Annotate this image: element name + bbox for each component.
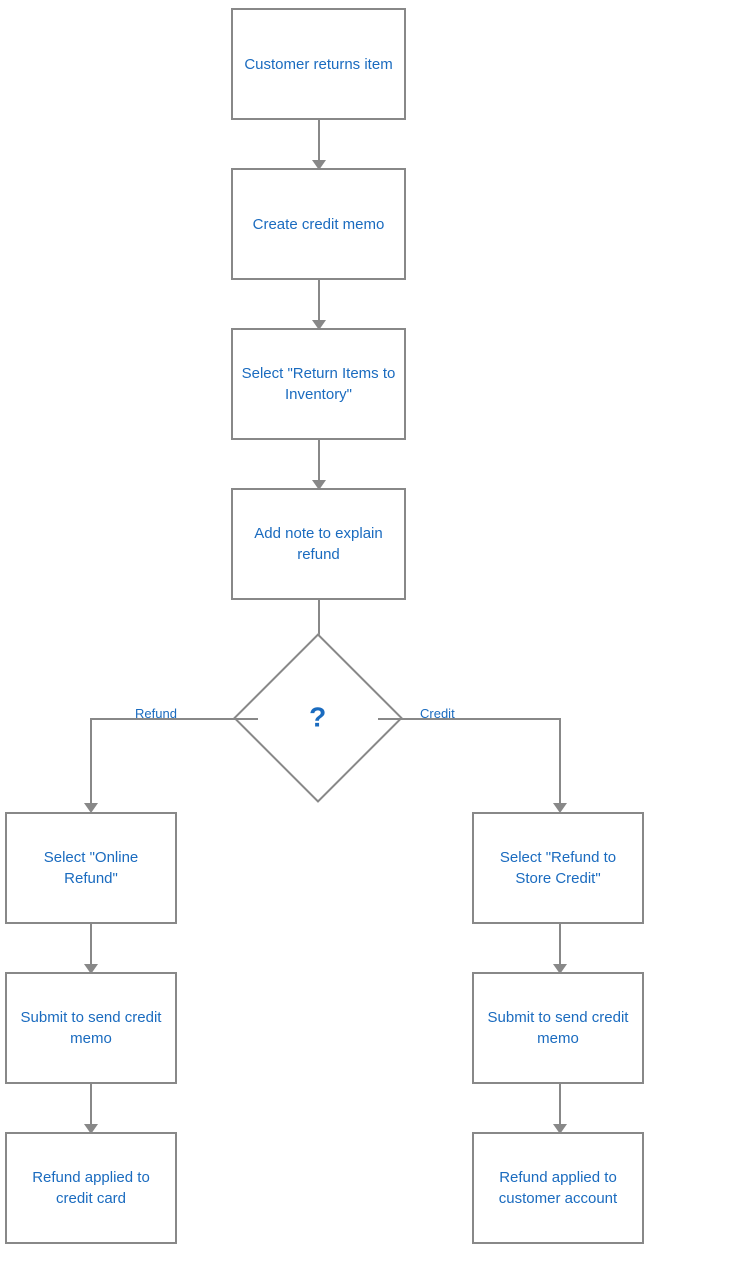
customer-returns-label: Customer returns item <box>244 54 392 75</box>
line-6r-7r <box>559 1084 561 1129</box>
box-select-return: Select "Return Items to Inventory" <box>231 328 406 440</box>
add-note-label: Add note to explain refund <box>241 523 396 565</box>
diamond-label: ? <box>309 702 326 734</box>
box-create-memo: Create credit memo <box>231 168 406 280</box>
flowchart: Customer returns item Create credit memo… <box>0 0 750 1272</box>
result-right-label: Refund applied to customer account <box>482 1167 634 1209</box>
submit-left-label: Submit to send credit memo <box>15 1007 167 1049</box>
select-return-label: Select "Return Items to Inventory" <box>241 363 396 405</box>
box-customer-returns: Customer returns item <box>231 8 406 120</box>
box-store-credit: Select "Refund to Store Credit" <box>472 812 644 924</box>
online-refund-label: Select "Online Refund" <box>15 847 167 889</box>
result-left-label: Refund applied to credit card <box>15 1167 167 1209</box>
line-diamond-right-h <box>378 718 560 720</box>
line-right-v <box>559 718 561 808</box>
store-credit-label: Select "Refund to Store Credit" <box>482 847 634 889</box>
line-left-v <box>90 718 92 808</box>
line-5l-6l <box>90 924 92 969</box>
line-6l-7l <box>90 1084 92 1129</box>
label-credit: Credit <box>420 706 455 721</box>
line-2-3 <box>318 280 320 325</box>
label-refund: Refund <box>135 706 177 721</box>
box-online-refund: Select "Online Refund" <box>5 812 177 924</box>
create-memo-label: Create credit memo <box>253 214 385 235</box>
box-submit-left: Submit to send credit memo <box>5 972 177 1084</box>
line-3-4 <box>318 440 320 485</box>
box-result-right: Refund applied to customer account <box>472 1132 644 1244</box>
box-add-note: Add note to explain refund <box>231 488 406 600</box>
line-1-2 <box>318 120 320 165</box>
box-submit-right: Submit to send credit memo <box>472 972 644 1084</box>
line-5r-6r <box>559 924 561 969</box>
submit-right-label: Submit to send credit memo <box>482 1007 634 1049</box>
box-result-left: Refund applied to credit card <box>5 1132 177 1244</box>
